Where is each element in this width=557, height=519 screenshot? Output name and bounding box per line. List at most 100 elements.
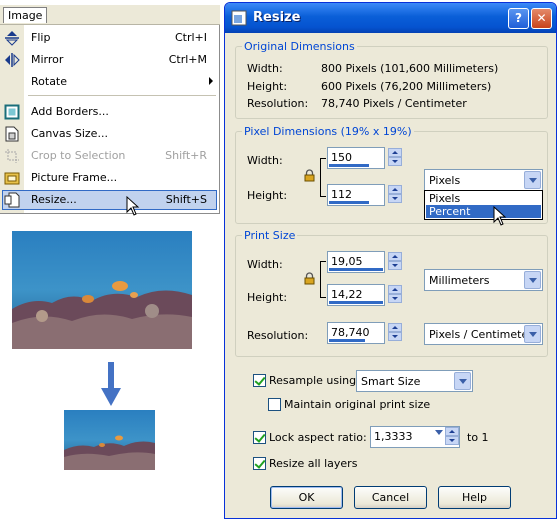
image-menu-title[interactable]: Image — [3, 7, 48, 23]
chevron-down-icon[interactable] — [454, 372, 471, 390]
menu-item-mirror[interactable]: Mirror Ctrl+M — [0, 49, 219, 71]
print-height-label: Height: — [247, 291, 288, 304]
pixel-unit-select[interactable]: Pixels — [424, 169, 543, 191]
help-title-button[interactable]: ? — [508, 8, 529, 29]
maintain-print-size-checkbox[interactable] — [268, 398, 281, 411]
print-height-slider[interactable] — [329, 301, 383, 304]
orig-width-value: 800 Pixels (101,600 Millimeters) — [321, 62, 499, 75]
picture-frame-icon — [4, 172, 20, 185]
spin-down-icon[interactable] — [388, 157, 402, 166]
print-height-spinner[interactable] — [388, 285, 402, 305]
menu-item-picture-frame[interactable]: Picture Frame... — [0, 167, 219, 189]
print-height-input[interactable]: 14,22 — [327, 284, 385, 306]
menu-item-flip[interactable]: Flip Ctrl+I — [0, 27, 219, 49]
pixel-height-input[interactable]: 112 — [327, 184, 385, 206]
mouse-cursor-icon — [493, 206, 507, 226]
close-button[interactable]: ✕ — [531, 8, 552, 29]
spin-up-icon[interactable] — [388, 285, 402, 294]
spin-down-icon[interactable] — [445, 436, 459, 445]
pixel-width-label: Width: — [247, 154, 283, 167]
resize-all-layers-label[interactable]: Resize all layers — [269, 457, 357, 470]
maintain-print-size-label[interactable]: Maintain original print size — [284, 398, 430, 411]
print-link-bracket — [320, 261, 326, 298]
submenu-arrow-icon — [209, 77, 213, 85]
menu-item-resize[interactable]: Resize... Shift+S — [0, 189, 219, 211]
pixel-dimensions-legend: Pixel Dimensions (19% x 19%) — [242, 125, 414, 138]
resize-dialog-icon — [231, 10, 247, 26]
spin-up-icon[interactable] — [388, 323, 402, 332]
spin-up-icon[interactable] — [388, 185, 402, 194]
pixel-width-slider[interactable] — [329, 164, 369, 167]
print-size-legend: Print Size — [242, 229, 298, 242]
menu-item-rotate[interactable]: Rotate — [0, 71, 219, 93]
spin-down-icon[interactable] — [388, 194, 402, 203]
resolution-slider[interactable] — [329, 339, 365, 342]
lock-icon — [304, 169, 315, 182]
aspect-ratio-suffix: to 1 — [467, 431, 489, 444]
orig-height-value: 600 Pixels (76,200 Millimeters) — [321, 80, 492, 93]
menu-separator — [28, 95, 216, 96]
unit-option-percent[interactable]: Percent — [426, 205, 541, 218]
resolution-input[interactable]: 78,740 — [327, 322, 385, 344]
pixel-width-spinner[interactable] — [388, 148, 402, 168]
mirror-icon — [5, 53, 20, 67]
spin-up-icon[interactable] — [388, 148, 402, 157]
cancel-button[interactable]: Cancel — [354, 486, 427, 509]
pixel-link-bracket — [320, 158, 326, 197]
lock-icon — [304, 272, 315, 285]
resolution-unit-select[interactable]: Pixels / Centimeter — [424, 323, 543, 345]
arrow-down-icon — [101, 362, 121, 406]
spin-down-icon[interactable] — [388, 294, 402, 303]
spin-up-icon[interactable] — [445, 427, 459, 436]
print-width-slider[interactable] — [329, 268, 383, 271]
resolution-spinner[interactable] — [388, 323, 402, 343]
mouse-cursor-icon — [126, 196, 140, 216]
orig-width-label: Width: — [247, 62, 283, 75]
pixel-width-input[interactable]: 150 — [327, 147, 385, 169]
spin-up-icon[interactable] — [388, 252, 402, 261]
resize-icon — [4, 192, 20, 208]
menu-item-crop-to-selection[interactable]: Crop to Selection Shift+R — [0, 145, 219, 167]
resample-method-select[interactable]: Smart Size — [356, 370, 473, 392]
print-unit-select[interactable]: Millimeters — [424, 269, 543, 291]
lock-aspect-checkbox[interactable] — [253, 431, 266, 444]
unit-option-pixels[interactable]: Pixels — [426, 192, 541, 205]
ok-button[interactable]: OK — [270, 486, 343, 509]
pixel-height-spinner[interactable] — [388, 185, 402, 205]
orig-resolution-label: Resolution: — [247, 97, 309, 110]
print-width-spinner[interactable] — [388, 252, 402, 272]
resample-label[interactable]: Resample using: — [269, 374, 360, 387]
resize-dialog: Resize ? ✕ Original Dimensions Width: 80… — [224, 2, 557, 519]
chevron-down-icon[interactable] — [524, 171, 541, 189]
print-width-label: Width: — [247, 258, 283, 271]
menu-item-canvas-size[interactable]: Canvas Size... — [0, 123, 219, 145]
aspect-ratio-spinner[interactable] — [445, 427, 459, 447]
crop-icon — [5, 149, 19, 163]
image-menu: Flip Ctrl+I Mirror Ctrl+M Rotate Add Bor… — [0, 25, 220, 214]
help-button[interactable]: Help — [438, 486, 511, 509]
lock-aspect-label[interactable]: Lock aspect ratio: — [269, 431, 367, 444]
pixel-height-label: Height: — [247, 189, 288, 202]
chevron-down-icon[interactable] — [524, 325, 541, 343]
orig-height-label: Height: — [247, 80, 288, 93]
chevron-down-icon[interactable] — [435, 430, 443, 435]
flip-icon — [5, 31, 19, 46]
resample-checkbox[interactable] — [253, 374, 266, 387]
original-photo — [12, 231, 192, 349]
menu-bar: Image — [0, 5, 220, 25]
orig-resolution-value: 78,740 Pixels / Centimeter — [321, 97, 467, 110]
original-dimensions-legend: Original Dimensions — [242, 40, 357, 53]
dialog-title: Resize — [253, 10, 301, 25]
spin-down-icon[interactable] — [388, 332, 402, 341]
resized-photo — [64, 410, 155, 470]
pixel-height-slider[interactable] — [329, 201, 369, 204]
menu-item-add-borders[interactable]: Add Borders... — [0, 101, 219, 123]
canvas-size-icon — [5, 126, 19, 142]
resize-all-layers-checkbox[interactable] — [253, 457, 266, 470]
print-width-input[interactable]: 19,05 — [327, 251, 385, 273]
add-borders-icon — [4, 104, 20, 120]
pixel-unit-dropdown: Pixels Percent — [424, 190, 543, 220]
spin-down-icon[interactable] — [388, 261, 402, 270]
dialog-titlebar[interactable]: Resize ? ✕ — [225, 3, 556, 33]
chevron-down-icon[interactable] — [524, 271, 541, 289]
